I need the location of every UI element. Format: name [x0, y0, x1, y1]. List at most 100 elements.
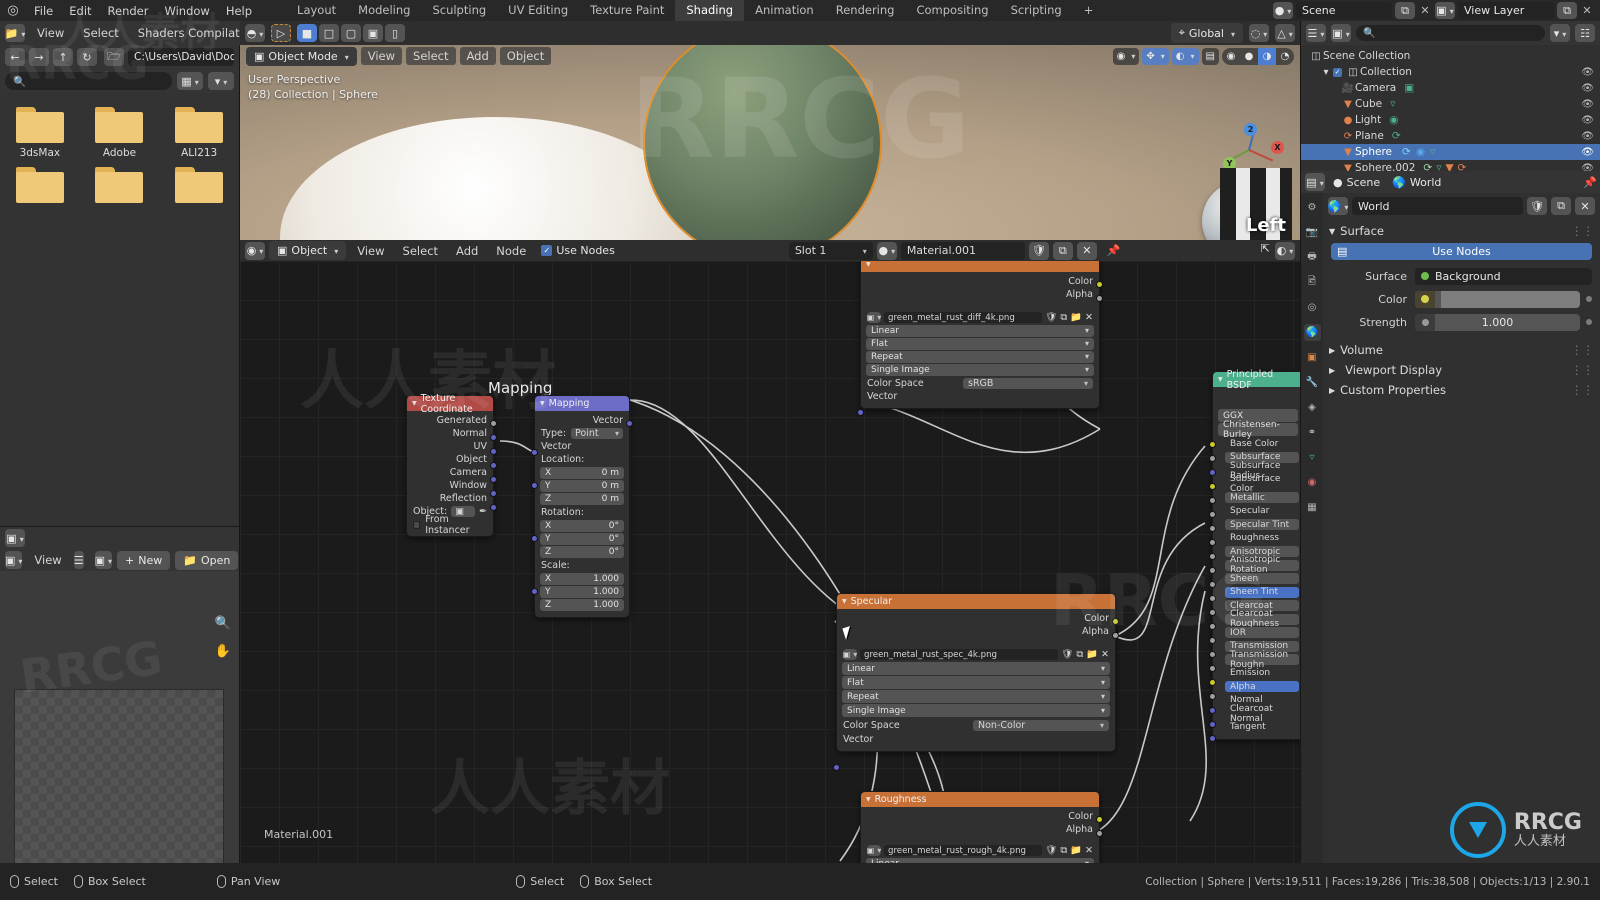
node-input-vector[interactable]: Vector — [837, 733, 1115, 746]
tab-physics[interactable]: ⚭ — [1304, 424, 1321, 441]
bsdf-input-specular[interactable]: Specular — [1213, 505, 1300, 519]
bsdf-input-roughness[interactable]: Roughness — [1213, 532, 1300, 546]
node-header[interactable]: ▼ Texture Coordinate — [407, 393, 493, 415]
bsdf-input-metallic[interactable]: Metallic — [1213, 491, 1300, 505]
node-image-texture-roughness[interactable]: ▼ Roughness Color Alpha ▣ green_metal_ru… — [860, 791, 1103, 863]
outliner-search-input[interactable]: 🔍 — [1356, 25, 1545, 41]
drag-handle-icon[interactable]: ⋮⋮ — [1571, 383, 1594, 397]
tab-world[interactable]: 🌎 — [1303, 324, 1321, 341]
viewlayer-browse-icon[interactable]: ▣ — [1435, 2, 1455, 19]
disclosure-triangle-icon[interactable]: ▶ — [1329, 366, 1335, 375]
rotation-y[interactable]: Y 0° — [540, 533, 624, 545]
socket-alpha-out[interactable] — [1096, 830, 1103, 837]
light-data-icon[interactable]: ◉ — [1389, 114, 1398, 126]
outliner-editor-type-icon[interactable]: ☰ — [1306, 24, 1326, 42]
socket-camera[interactable] — [490, 476, 497, 483]
rotation-x[interactable]: X 0° — [540, 520, 624, 532]
material-duplicate-icon[interactable]: ⧉ — [1052, 241, 1073, 260]
section-viewport-display-header[interactable]: ▶ Viewport Display ⋮⋮ — [1323, 360, 1600, 380]
outliner-row-plane[interactable]: ⟳ Plane ⟳ 👁 — [1301, 128, 1600, 144]
new-image-button[interactable]: + New — [117, 550, 171, 570]
visibility-eye-icon[interactable]: 👁 — [1581, 83, 1594, 94]
viewport-menu-object[interactable]: Object — [499, 47, 552, 65]
file-item[interactable] — [80, 167, 160, 207]
path-field[interactable]: C:\Users\David\Docu... — [128, 48, 234, 66]
node-output[interactable]: Reflection — [407, 492, 493, 505]
section-custom-properties-header[interactable]: ▶ Custom Properties ⋮⋮ — [1323, 380, 1600, 400]
outliner-row-sphere[interactable]: ▼ Sphere ⟳ ◉ ▿ 👁 — [1301, 144, 1600, 160]
image-duplicate-icon[interactable]: ⧉ — [1076, 649, 1083, 660]
use-nodes-button[interactable]: ▤ Use Nodes — [1331, 243, 1592, 260]
socket-sheen-tint[interactable] — [1209, 595, 1216, 602]
viewport-menu-view[interactable]: View — [360, 47, 403, 65]
shading-wireframe-icon[interactable]: ◉ — [1222, 48, 1240, 65]
node-output-alpha[interactable]: Alpha — [861, 288, 1099, 301]
interpolation-dropdown[interactable]: Linear — [842, 662, 1110, 675]
select-intersect-icon[interactable]: ▯ — [385, 24, 405, 42]
viewport-sphere-object[interactable] — [645, 45, 880, 240]
node-principled-bsdf[interactable]: ▼ Principled BSDF GGX Christensen-Burley… — [1209, 369, 1300, 742]
filebrowser-menu-select[interactable]: Select — [76, 24, 125, 42]
node-output[interactable]: UV — [407, 440, 493, 453]
tab-output[interactable]: 🖶 — [1304, 249, 1321, 266]
tab-scripting[interactable]: Scripting — [1000, 0, 1073, 21]
animate-property-dot-icon[interactable] — [1586, 296, 1592, 302]
colorspace-row[interactable]: Color Space sRGB — [861, 377, 1099, 390]
snapping-magnet-icon[interactable]: ◌ — [1249, 24, 1269, 42]
node-output[interactable]: Generated — [407, 414, 493, 427]
file-filter-icon[interactable]: ▾ — [208, 72, 234, 90]
collapse-triangle-icon[interactable]: ▼ — [1218, 376, 1223, 383]
drag-handle-icon[interactable]: ⋮⋮ — [1571, 343, 1594, 357]
image-file-row[interactable]: ▣ green_metal_rust_diff_4k.png 🛡 ⧉ 📁 ✕ — [861, 311, 1099, 324]
node-input-vector[interactable]: Vector — [535, 440, 629, 453]
socket-normal[interactable] — [1209, 707, 1216, 714]
socket-normal[interactable] — [490, 434, 497, 441]
refresh-icon[interactable]: ↻ — [77, 48, 97, 66]
material-unlink-icon[interactable]: ✕ — [1076, 241, 1097, 260]
tab-render[interactable]: 📷 — [1304, 224, 1321, 241]
new-folder-icon[interactable]: 🗁 — [104, 48, 124, 66]
scene-name-field[interactable]: Scene — [1296, 2, 1392, 19]
node-header[interactable]: ▼ Principled BSDF — [1213, 369, 1300, 391]
file-item[interactable]: Adobe — [80, 107, 160, 159]
outliner-row-camera[interactable]: 🎥 Camera ▣ 👁 — [1301, 80, 1600, 96]
material-name-field[interactable]: Material.001 — [900, 241, 1025, 260]
image-options-icon[interactable]: ☰ — [73, 551, 84, 569]
socket-subsurface-radius[interactable] — [1209, 469, 1216, 476]
scale-y[interactable]: Y 1.000 — [540, 586, 624, 598]
node-editor-type-icon[interactable]: ◉ — [245, 241, 265, 260]
from-instancer-row[interactable]: From Instancer — [407, 514, 493, 536]
collapse-triangle-icon[interactable]: ▼ — [540, 400, 545, 407]
image-browse-icon[interactable]: ▣ — [843, 649, 857, 660]
filebrowser-editor-type-icon[interactable]: 📁 — [5, 24, 25, 42]
node-output-color[interactable]: Color — [837, 612, 1115, 625]
image-editor-type-icon[interactable]: ▣ — [5, 529, 25, 547]
socket-vector-in[interactable] — [833, 764, 840, 771]
colorspace-dropdown[interactable]: Non-Color — [973, 720, 1109, 731]
scene-breadcrumb-label[interactable]: Scene — [1347, 176, 1381, 189]
image-filename-field[interactable]: green_metal_rust_rough_4k.png — [884, 845, 1043, 856]
socket-reflection[interactable] — [490, 504, 497, 511]
tab-material[interactable]: ◉ — [1304, 474, 1321, 491]
socket-anisotropic-rotation[interactable] — [1209, 567, 1216, 574]
file-browser-body[interactable]: 3dsMax Adobe ALI213 — [0, 93, 239, 526]
image-open-icon[interactable]: 📁 — [1086, 649, 1098, 660]
socket-color-out[interactable] — [1112, 618, 1119, 625]
file-item[interactable]: ALI213 — [159, 107, 239, 159]
socket-uv[interactable] — [490, 448, 497, 455]
checkbox-checked-icon[interactable]: ✓ — [1333, 67, 1342, 77]
transform-orientation-dropdown[interactable]: ⌖ Global — [1170, 23, 1243, 43]
socket-metallic[interactable] — [1209, 497, 1216, 504]
shading-solid-icon[interactable]: ● — [1240, 48, 1258, 65]
image-shield-icon[interactable]: 🛡 — [1045, 312, 1057, 323]
visibility-eye-icon[interactable]: 👁 — [1581, 67, 1594, 78]
mesh-data-icon[interactable]: ▿ — [1390, 98, 1395, 110]
socket-window[interactable] — [490, 490, 497, 497]
viewport-editor-type-icon[interactable]: ◓ — [245, 24, 265, 42]
select-set-icon[interactable]: ■ — [297, 24, 317, 42]
bsdf-input-sheen-tint[interactable]: Sheen Tint — [1213, 586, 1300, 600]
location-z[interactable]: Z0 m — [540, 493, 624, 505]
node-snap-icon[interactable]: ⇱ — [1261, 242, 1270, 260]
blender-logo-icon[interactable]: ◎ — [0, 3, 26, 18]
scale-z[interactable]: Z 1.000 — [540, 599, 624, 611]
